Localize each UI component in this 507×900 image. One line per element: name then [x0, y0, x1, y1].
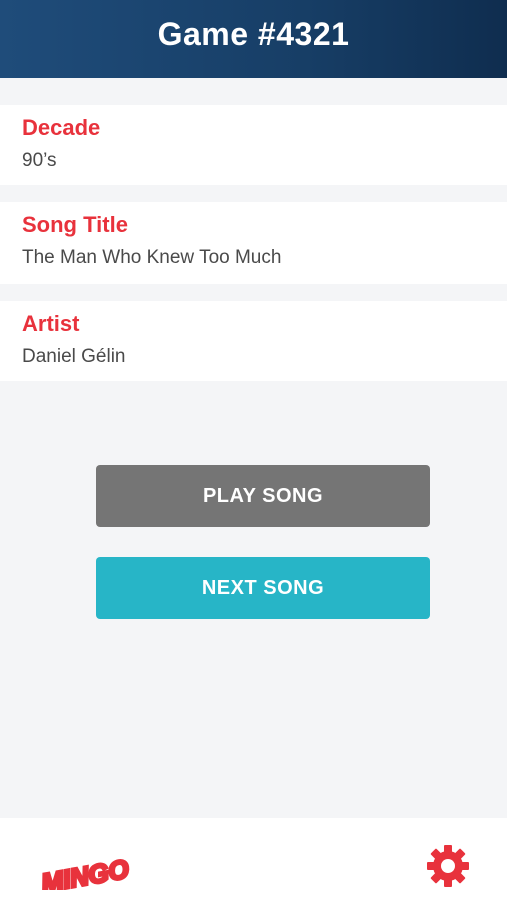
- mingo-logo: MINGO MINGO: [37, 852, 132, 890]
- app-header: Game #4321: [0, 0, 507, 78]
- song-title-label: Song Title: [22, 212, 128, 237]
- svg-text:MINGO: MINGO: [39, 853, 131, 890]
- decade-card: Decade 90’s: [0, 105, 507, 185]
- gear-icon[interactable]: [424, 842, 472, 890]
- artist-value: Daniel Gélin: [22, 346, 126, 367]
- play-song-button[interactable]: PLAY SONG: [96, 465, 430, 527]
- next-song-button[interactable]: NEXT SONG: [96, 557, 430, 619]
- page-title: Game #4321: [157, 15, 350, 52]
- artist-card: Artist Daniel Gélin: [0, 301, 507, 381]
- song-title-value: The Man Who Knew Too Much: [22, 247, 282, 268]
- decade-label: Decade: [22, 115, 101, 140]
- decade-value: 90’s: [22, 150, 57, 171]
- artist-label: Artist: [22, 311, 80, 336]
- song-title-card: Song Title The Man Who Knew Too Much: [0, 202, 507, 284]
